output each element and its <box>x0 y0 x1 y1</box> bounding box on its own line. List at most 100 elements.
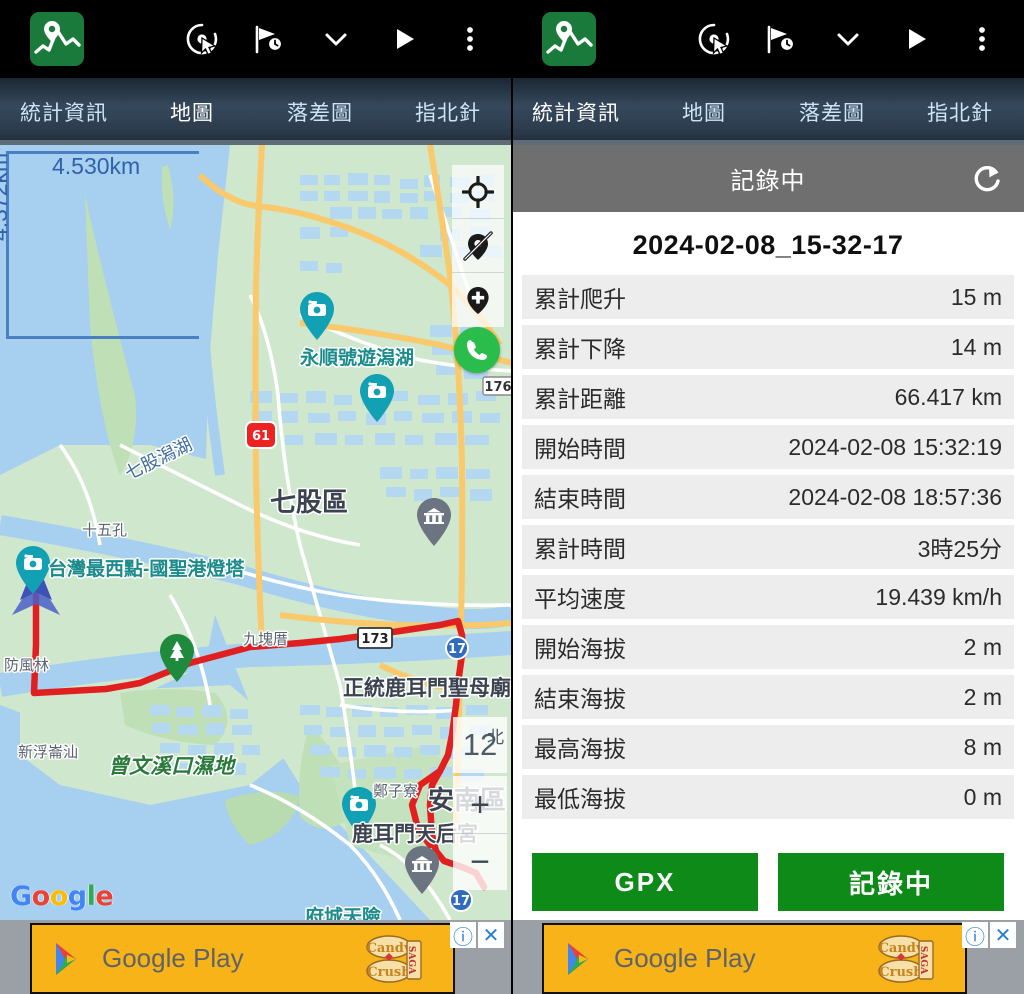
stat-label: 結束海拔 <box>534 686 626 712</box>
photo-pin-icon[interactable] <box>358 373 396 423</box>
tab-compass[interactable]: 指北針 <box>384 78 512 145</box>
add-place-icon[interactable] <box>452 273 504 327</box>
table-row: 最高海拔 8 m <box>522 725 1014 769</box>
ad-advertiser-label: Google Play <box>102 943 244 973</box>
tab-bar-right: 統計資訊 地圖 落差圖 指北針 <box>512 78 1024 145</box>
gpx-button[interactable]: GPX <box>532 853 758 911</box>
flag-clock-icon[interactable] <box>244 15 292 63</box>
map-label: 鄭子寮 <box>373 783 419 800</box>
map-label: 七股區 <box>270 487 349 517</box>
ad-close-icon[interactable]: ✕ <box>990 922 1016 948</box>
pane-divider <box>511 0 513 994</box>
more-vertical-icon[interactable] <box>958 15 1006 63</box>
tab-label: 統計資訊 <box>20 101 108 125</box>
stat-value: 0 m <box>963 783 1002 810</box>
dual-pane-screen: 統計資訊 地圖 落差圖 指北針 61 176 173 17 17 4.530km… <box>0 0 1024 994</box>
refresh-icon[interactable] <box>964 156 1010 202</box>
tab-map[interactable]: 地圖 <box>128 78 256 145</box>
more-vertical-icon[interactable] <box>446 15 494 63</box>
action-bar-left <box>0 0 512 78</box>
map-label: 九塊厝 <box>243 631 289 648</box>
tab-map[interactable]: 地圖 <box>640 78 768 145</box>
phone-call-icon[interactable] <box>454 327 500 373</box>
stat-value: 2024-02-08 15:32:19 <box>788 433 1002 460</box>
cursor-target-icon[interactable] <box>690 15 738 63</box>
table-row: 最低海拔 0 m <box>522 775 1014 819</box>
ad-badges: ⓘ ✕ <box>962 922 1016 949</box>
chevron-down-icon[interactable] <box>824 15 872 63</box>
stat-label: 累計距離 <box>534 386 626 412</box>
play-icon[interactable] <box>380 15 428 63</box>
locate-crosshair-icon[interactable] <box>452 165 504 219</box>
chevron-down-icon[interactable] <box>312 15 360 63</box>
flag-clock-icon[interactable] <box>756 15 804 63</box>
table-row: 開始時間 2024-02-08 15:32:19 <box>522 425 1014 469</box>
ad-banner-left[interactable]: Google Play Candy Crush SAGA ⓘ ✕ <box>0 920 512 994</box>
table-row: 累計距離 66.417 km <box>522 375 1014 419</box>
tab-label: 地圖 <box>170 101 214 125</box>
tab-elevation[interactable]: 落差圖 <box>768 78 896 145</box>
ad-info-icon[interactable]: ⓘ <box>450 922 476 949</box>
temple-pin-icon[interactable] <box>403 845 441 895</box>
stat-label: 累計時間 <box>534 536 626 562</box>
cursor-target-icon[interactable] <box>178 15 226 63</box>
map-canvas[interactable]: 61 176 173 17 17 4.530km 4.372km 永順號遊潟湖 … <box>0 145 512 920</box>
stat-label: 平均速度 <box>534 586 626 612</box>
tab-statistics[interactable]: 統計資訊 <box>512 78 640 145</box>
svg-text:176: 176 <box>484 380 511 395</box>
stat-value: 2024-02-08 18:57:36 <box>788 483 1002 510</box>
candy-crush-saga-icon: Candy Crush SAGA <box>366 935 422 983</box>
photo-pin-icon[interactable] <box>298 291 336 341</box>
ad-advertiser-label: Google Play <box>614 943 756 973</box>
stat-label: 累計爬升 <box>534 286 626 312</box>
stat-label: 開始時間 <box>534 436 626 462</box>
panel-title: 記錄中 <box>730 168 806 195</box>
ad-creative[interactable]: Google Play Candy Crush SAGA <box>542 923 967 994</box>
tab-label: 統計資訊 <box>532 101 620 125</box>
statistics-table: 累計爬升 15 m 累計下降 14 m 累計距離 66.417 km 開始時間 … <box>512 275 1024 819</box>
play-icon[interactable] <box>892 15 940 63</box>
stat-value: 14 m <box>950 333 1002 360</box>
road-shield-17-lower: 17 <box>449 888 473 912</box>
tab-statistics[interactable]: 統計資訊 <box>0 78 128 145</box>
candy-crush-saga-icon: Candy Crush SAGA <box>878 935 934 983</box>
ad-info-icon[interactable]: ⓘ <box>962 922 988 949</box>
ad-banner-right[interactable]: Google Play Candy Crush SAGA ⓘ ✕ <box>512 920 1024 994</box>
svg-text:SAGA: SAGA <box>406 946 416 975</box>
scale-horizontal-label: 4.530km <box>52 153 141 179</box>
photo-pin-icon[interactable] <box>14 545 52 595</box>
map-elevation-logo-icon[interactable] <box>30 12 84 66</box>
stat-value: 66.417 km <box>894 383 1002 410</box>
stat-value: 8 m <box>963 733 1002 760</box>
map-label: 防風林 <box>4 657 50 674</box>
temple-pin-icon[interactable] <box>415 497 453 547</box>
zoom-out-button[interactable]: − <box>453 833 507 890</box>
panel-header: 記錄中 <box>512 145 1024 212</box>
stat-label: 結束時間 <box>534 486 626 512</box>
right-pane-statistics: 統計資訊 地圖 落差圖 指北針 記錄中 2024-02-08_15-32-17 … <box>512 0 1024 994</box>
svg-text:61: 61 <box>252 429 270 444</box>
table-row: 平均速度 19.439 km/h <box>522 575 1014 619</box>
stat-value: 3時25分 <box>917 536 1002 562</box>
map-label: 正統鹿耳門聖母廟 <box>343 677 511 700</box>
map-controls <box>452 165 504 327</box>
map-elevation-logo-icon[interactable] <box>542 12 596 66</box>
park-tree-pin-icon[interactable] <box>158 633 196 683</box>
tab-label: 落差圖 <box>287 101 353 125</box>
tab-elevation[interactable]: 落差圖 <box>256 78 384 145</box>
statistics-panel: 2024-02-08_15-32-17 累計爬升 15 m 累計下降 14 m … <box>512 212 1024 920</box>
map-label: 永順號遊潟湖 <box>300 348 415 369</box>
recording-button[interactable]: 記錄中 <box>778 853 1004 911</box>
zoom-in-button[interactable]: + <box>453 776 507 833</box>
svg-text:173: 173 <box>361 632 388 647</box>
navigation-off-icon[interactable] <box>452 219 504 273</box>
google-logo: Google <box>10 881 114 912</box>
google-play-icon <box>56 942 76 975</box>
svg-text:SAGA: SAGA <box>918 946 928 975</box>
ad-close-icon[interactable]: ✕ <box>478 922 504 948</box>
road-shield-17-upper: 17 <box>445 636 469 660</box>
ad-creative[interactable]: Google Play Candy Crush SAGA <box>30 923 455 994</box>
ad-badges: ⓘ ✕ <box>450 922 504 949</box>
stat-label: 最低海拔 <box>534 786 626 812</box>
tab-compass[interactable]: 指北針 <box>896 78 1024 145</box>
